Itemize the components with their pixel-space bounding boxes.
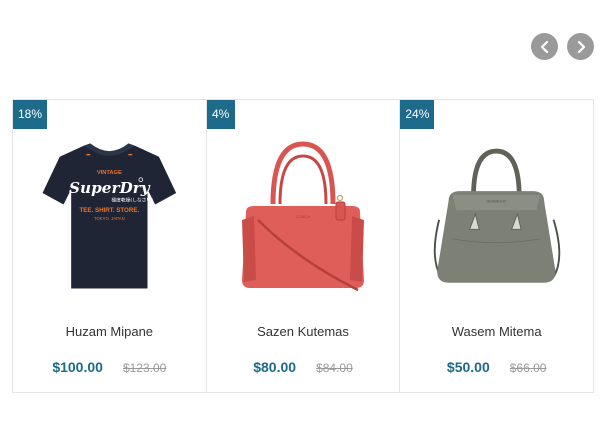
product-carousel: 18% VINTAGE SuperDry 極度乾燥(しなさい) TEE. SHI… [12,99,594,393]
svg-text:極度乾燥(しなさい): 極度乾燥(しなさい) [111,197,153,204]
product-card[interactable]: 24% GIVENCHY Wasem Mitema $50.00 $66.00 [400,100,593,392]
carousel-next-button[interactable] [567,33,594,60]
handbag-icon: COACH [242,141,364,292]
product-card[interactable]: 18% VINTAGE SuperDry 極度乾燥(しなさい) TEE. SHI… [13,100,207,392]
red-handbag-image[interactable]: COACH [227,130,380,300]
svg-text:COACH: COACH [296,214,311,219]
gray-handbag-image[interactable]: GIVENCHY [420,130,573,300]
svg-text:VINTAGE: VINTAGE [97,170,122,176]
price-row: $80.00 $84.00 [207,359,400,375]
carousel-prev-button[interactable] [531,33,558,60]
product-name[interactable]: Huzam Mipane [13,324,206,339]
svg-text:GIVENCHY: GIVENCHY [487,200,507,204]
tshirt-image[interactable]: VINTAGE SuperDry 極度乾燥(しなさい) TEE. SHIRT. … [33,130,186,300]
current-price: $50.00 [446,359,490,375]
discount-badge: 24% [400,100,435,129]
product-name[interactable]: Wasem Mitema [400,324,593,339]
old-price: $123.00 [122,361,167,375]
discount-badge: 4% [206,100,235,129]
current-price: $80.00 [253,359,297,375]
svg-text:TEE. SHIRT. STORE.: TEE. SHIRT. STORE. [79,207,139,214]
chevron-right-icon [577,40,585,53]
price-row: $50.00 $66.00 [400,359,593,375]
product-name[interactable]: Sazen Kutemas [207,324,400,339]
chevron-left-icon [540,40,548,53]
product-card[interactable]: 4% COACH Sazen Kutemas $80.00 $84.00 [206,100,401,392]
old-price: $84.00 [316,361,353,375]
svg-text:TOKYO. JAPAN: TOKYO. JAPAN [94,216,125,221]
svg-text:SuperDry: SuperDry [69,179,151,197]
old-price: $66.00 [509,361,547,375]
price-row: $100.00 $123.00 [13,359,206,375]
handbag-icon: GIVENCHY [434,148,561,283]
discount-badge: 18% [13,100,48,129]
current-price: $100.00 [52,359,103,375]
tshirt-icon: VINTAGE SuperDry 極度乾燥(しなさい) TEE. SHIRT. … [42,143,177,289]
